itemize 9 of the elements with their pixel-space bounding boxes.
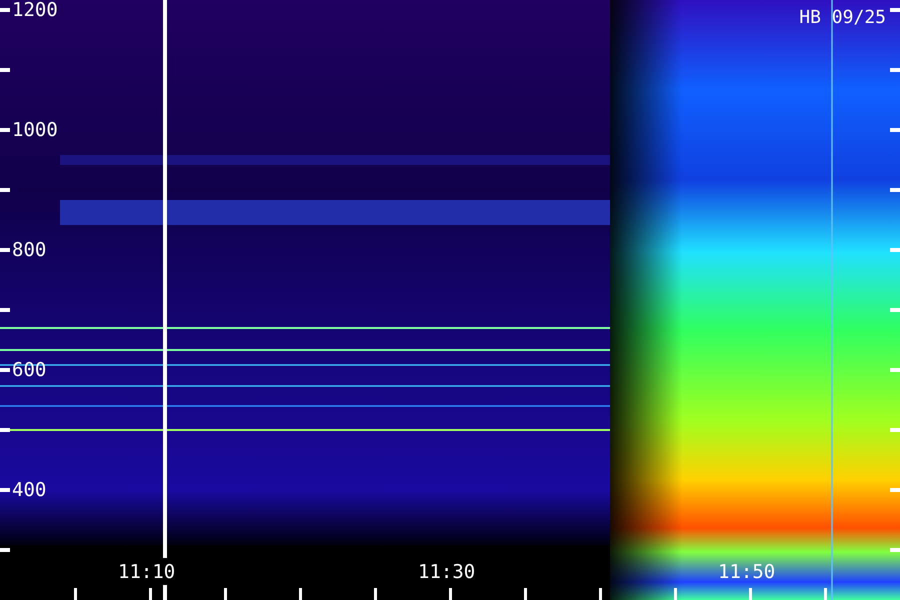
time-label: 11:10: [118, 561, 176, 583]
time-label: 11:30: [418, 561, 476, 583]
frequency-label: 800: [12, 240, 46, 260]
chart-title: HB 09/25: [799, 8, 886, 28]
time-label: 11:50: [718, 561, 776, 583]
frequency-label: 600: [12, 360, 46, 380]
frequency-label: 400: [12, 480, 46, 500]
frequency-label: 1200: [12, 0, 58, 20]
frequency-label: 1000: [12, 120, 58, 140]
